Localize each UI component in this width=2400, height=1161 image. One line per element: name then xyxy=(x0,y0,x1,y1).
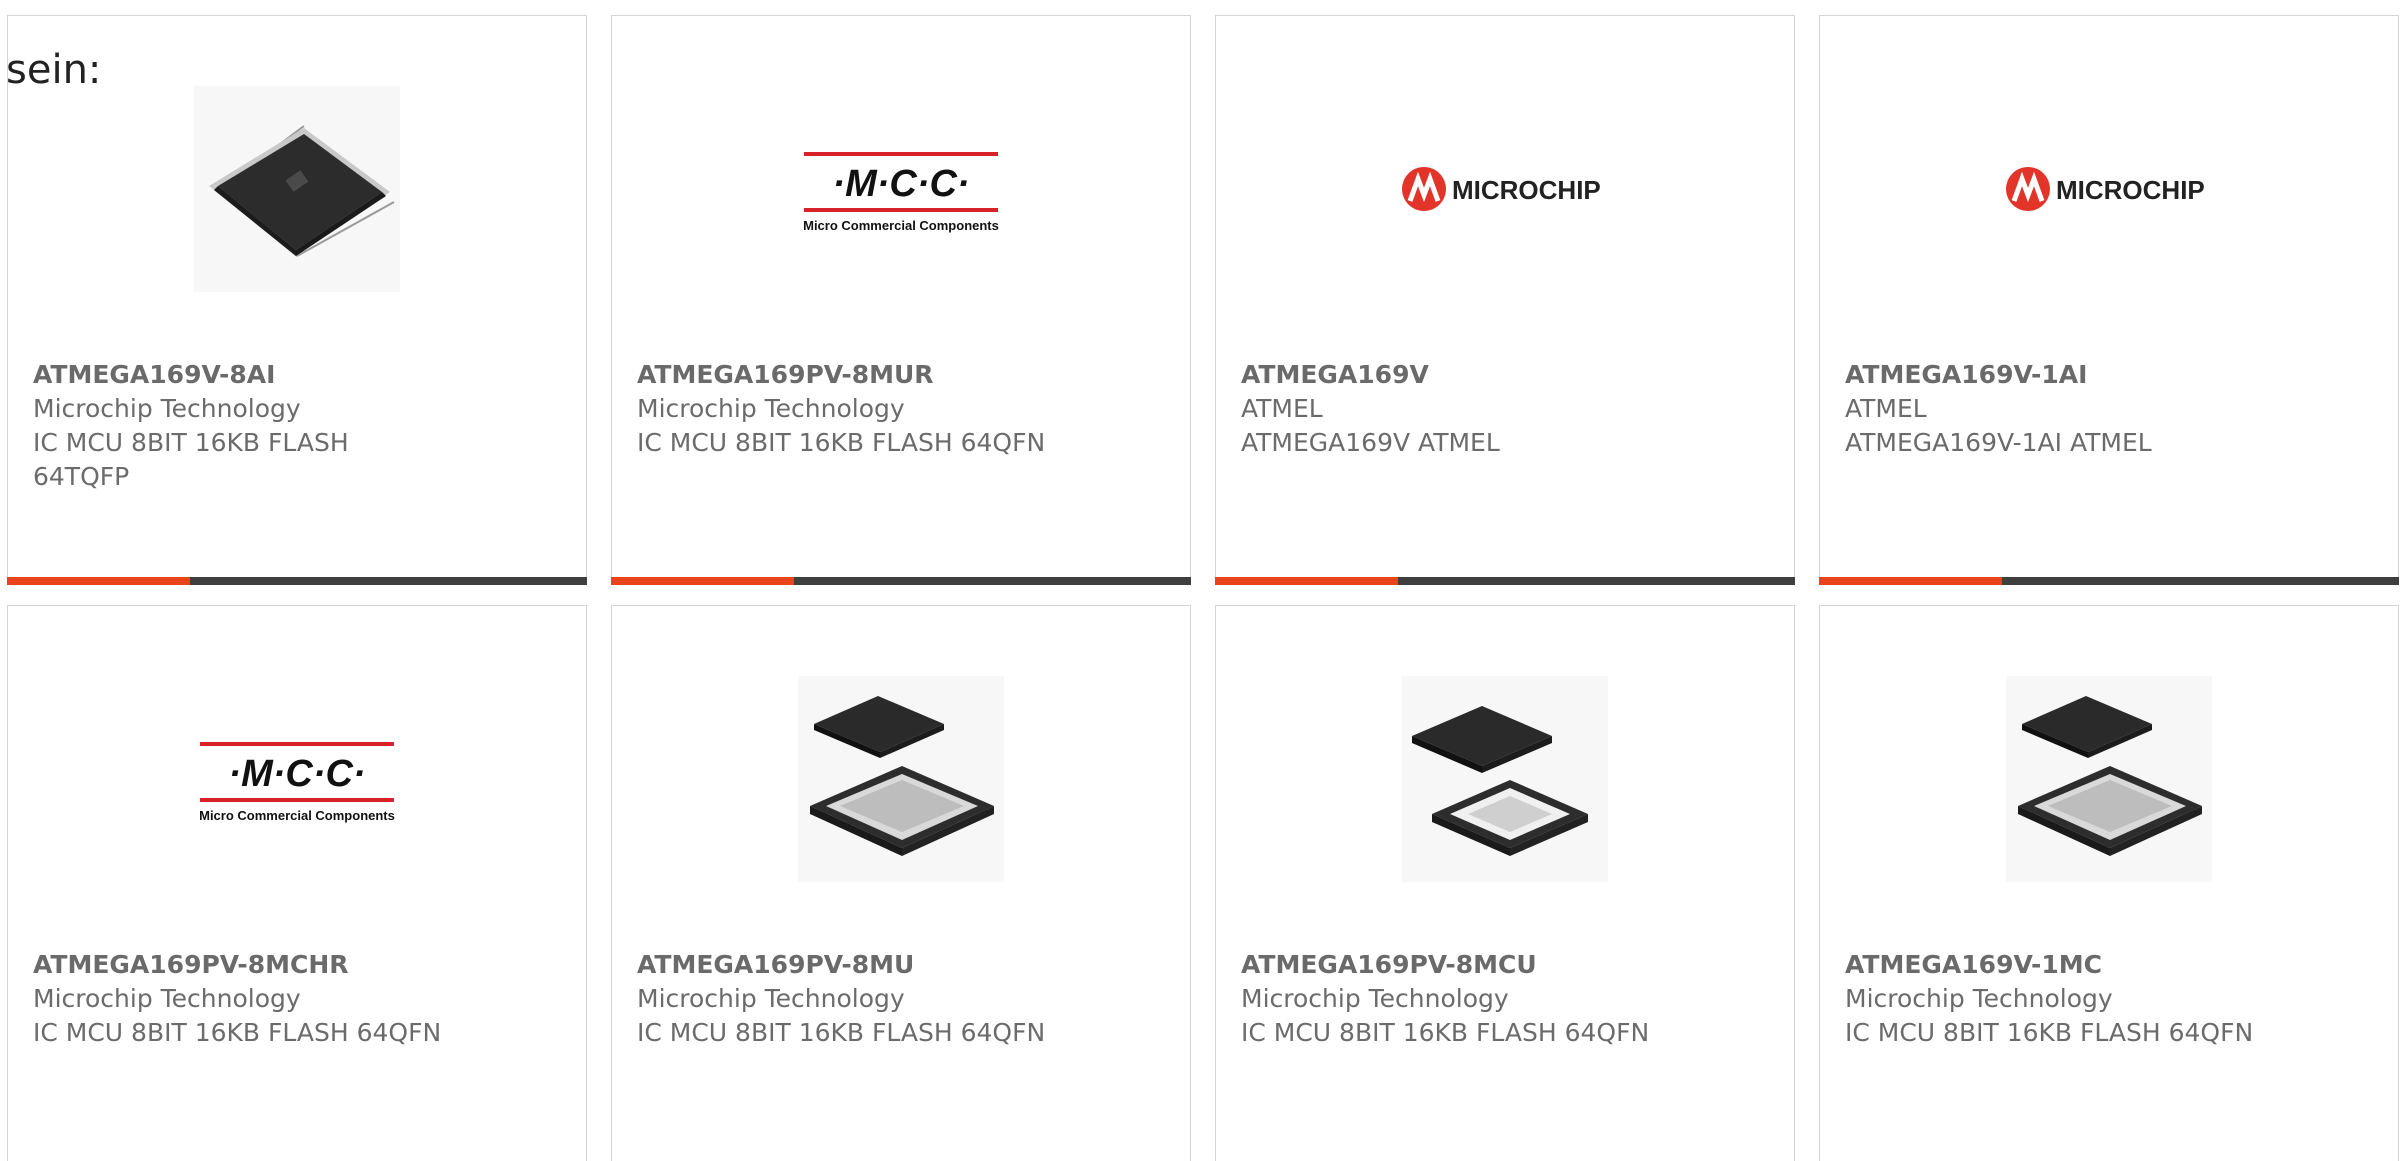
product-info: ATMEGA169PV-8MCU Microchip Technology IC… xyxy=(1241,948,1769,1050)
microchip-logo-text: MICROCHIP xyxy=(1452,175,1601,205)
product-image[interactable]: ·M·C·C· Micro Commercial Components xyxy=(612,86,1190,292)
product-info: ATMEGA169PV-8MCHR Microchip Technology I… xyxy=(33,948,561,1050)
mcc-logo-text: ·M·C·C· xyxy=(228,753,365,795)
manufacturer: Microchip Technology xyxy=(33,394,301,423)
description: IC MCU 8BIT 16KB FLASH 64QFN xyxy=(637,428,1046,457)
card-accent-bar xyxy=(1819,577,2002,585)
microchip-logo-text: MICROCHIP xyxy=(2056,175,2205,205)
product-card[interactable]: MICROCHIP ATMEGA169V ATMEL ATMEGA169V AT… xyxy=(1215,15,1795,585)
product-info: ATMEGA169V-1MC Microchip Technology IC M… xyxy=(1845,948,2373,1050)
mcc-logo-image: ·M·C·C· Micro Commercial Components xyxy=(199,742,395,823)
part-number[interactable]: ATMEGA169V-1AI xyxy=(1845,358,2373,392)
product-grid: ATMEGA169V-8AI Microchip Technology IC M… xyxy=(7,15,2399,1161)
qfn-chip-image xyxy=(798,676,1004,882)
product-info: ATMEGA169PV-8MUR Microchip Technology IC… xyxy=(637,358,1165,460)
section-heading: sein: xyxy=(6,47,102,93)
mcc-logo-subtext: Micro Commercial Components xyxy=(803,218,999,233)
description: IC MCU 8BIT 16KB FLASH 64QFN xyxy=(33,1018,442,1047)
product-card[interactable]: ·M·C·C· Micro Commercial Components ATME… xyxy=(7,605,587,1161)
description: IC MCU 8BIT 16KB FLASH 64TQFP xyxy=(33,428,349,491)
card-accent-bar xyxy=(611,577,794,585)
page: sein: ATMEGA169V-8AI Microchip Technolog… xyxy=(0,0,2400,1161)
description: IC MCU 8BIT 16KB FLASH 64QFN xyxy=(637,1018,1046,1047)
product-image[interactable] xyxy=(612,676,1190,882)
manufacturer: Microchip Technology xyxy=(1241,984,1509,1013)
product-info: ATMEGA169V-1AI ATMEL ATMEGA169V-1AI ATME… xyxy=(1845,358,2373,460)
product-card[interactable]: ATMEGA169V-8AI Microchip Technology IC M… xyxy=(7,15,587,585)
product-card[interactable]: ATMEGA169V-1MC Microchip Technology IC M… xyxy=(1819,605,2399,1161)
product-card[interactable]: MICROCHIP ATMEGA169V-1AI ATMEL ATMEGA169… xyxy=(1819,15,2399,585)
manufacturer: Microchip Technology xyxy=(637,394,905,423)
part-number[interactable]: ATMEGA169PV-8MCHR xyxy=(33,948,561,982)
microchip-logo-image: MICROCHIP xyxy=(2006,167,2205,211)
product-card[interactable]: ATMEGA169PV-8MCU Microchip Technology IC… xyxy=(1215,605,1795,1161)
manufacturer: ATMEL xyxy=(1845,394,1927,423)
part-number[interactable]: ATMEGA169PV-8MUR xyxy=(637,358,1165,392)
card-bottom-bar xyxy=(611,577,1191,585)
product-info: ATMEGA169V ATMEL ATMEGA169V ATMEL xyxy=(1241,358,1769,460)
tqfp-chip-image xyxy=(194,86,400,292)
product-image[interactable] xyxy=(8,86,586,292)
description: IC MCU 8BIT 16KB FLASH 64QFN xyxy=(1241,1018,1650,1047)
card-accent-bar xyxy=(1215,577,1398,585)
product-image[interactable] xyxy=(1216,676,1794,882)
mcc-logo-subtext: Micro Commercial Components xyxy=(199,808,395,823)
product-image[interactable]: ·M·C·C· Micro Commercial Components xyxy=(8,676,586,882)
description: ATMEGA169V-1AI ATMEL xyxy=(1845,428,2152,457)
part-number[interactable]: ATMEGA169PV-8MU xyxy=(637,948,1165,982)
card-bottom-bar xyxy=(1215,577,1795,585)
card-accent-bar xyxy=(7,577,190,585)
qfn-chip-image xyxy=(2006,676,2212,882)
mcc-logo-text: ·M·C·C· xyxy=(832,163,969,205)
product-card[interactable]: ·M·C·C· Micro Commercial Components ATME… xyxy=(611,15,1191,585)
product-info: ATMEGA169V-8AI Microchip Technology IC M… xyxy=(33,358,561,494)
product-card[interactable]: ATMEGA169PV-8MU Microchip Technology IC … xyxy=(611,605,1191,1161)
product-image[interactable] xyxy=(1820,676,2398,882)
part-number[interactable]: ATMEGA169PV-8MCU xyxy=(1241,948,1769,982)
product-image[interactable]: MICROCHIP xyxy=(1820,86,2398,292)
description: ATMEGA169V ATMEL xyxy=(1241,428,1500,457)
part-number[interactable]: ATMEGA169V xyxy=(1241,358,1769,392)
mcc-logo-image: ·M·C·C· Micro Commercial Components xyxy=(803,152,999,233)
product-info: ATMEGA169PV-8MU Microchip Technology IC … xyxy=(637,948,1165,1050)
description: IC MCU 8BIT 16KB FLASH 64QFN xyxy=(1845,1018,2254,1047)
manufacturer: Microchip Technology xyxy=(1845,984,2113,1013)
manufacturer: Microchip Technology xyxy=(637,984,905,1013)
card-bottom-bar xyxy=(7,577,587,585)
manufacturer: Microchip Technology xyxy=(33,984,301,1013)
qfn-chip-open-image xyxy=(1402,676,1608,882)
product-image[interactable]: MICROCHIP xyxy=(1216,86,1794,292)
part-number[interactable]: ATMEGA169V-1MC xyxy=(1845,948,2373,982)
microchip-logo-image: MICROCHIP xyxy=(1402,167,1601,211)
card-bottom-bar xyxy=(1819,577,2399,585)
manufacturer: ATMEL xyxy=(1241,394,1323,423)
part-number[interactable]: ATMEGA169V-8AI xyxy=(33,358,561,392)
